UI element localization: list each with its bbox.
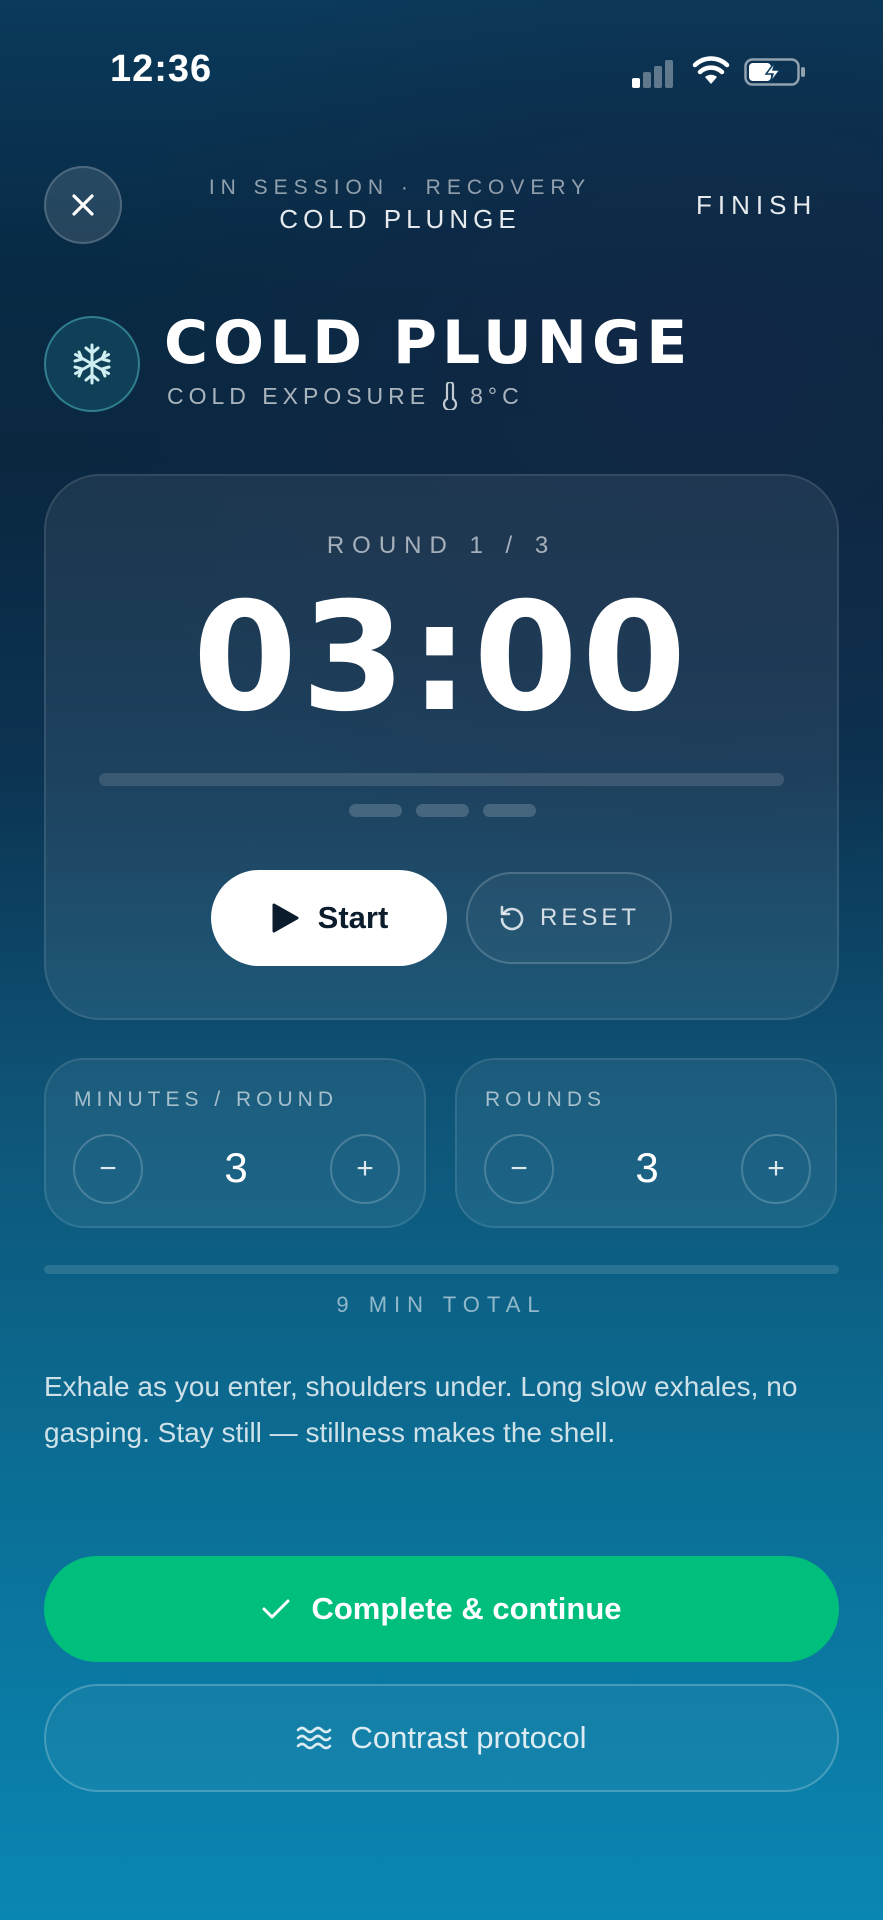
battery-charging-icon xyxy=(744,58,805,86)
minutes-per-round-card: MINUTES / ROUND − 3 + xyxy=(44,1058,426,1228)
round-label: ROUND 1 / 3 xyxy=(326,532,557,559)
round-dot xyxy=(416,804,469,817)
minutes-increment-button[interactable]: + xyxy=(330,1134,400,1204)
status-time: 12:36 xyxy=(110,48,213,90)
start-button[interactable]: Start xyxy=(211,870,447,966)
rounds-decrement-button[interactable]: − xyxy=(484,1134,554,1204)
session-category: COLD EXPOSURE xyxy=(167,382,431,409)
thermometer-icon xyxy=(443,382,458,410)
round-progress-bar xyxy=(99,773,784,786)
total-divider xyxy=(44,1265,839,1274)
rounds-increment-button[interactable]: + xyxy=(741,1134,811,1204)
close-button[interactable] xyxy=(44,166,122,244)
rounds-value: 3 xyxy=(635,1144,659,1191)
cellular-signal-icon xyxy=(632,60,673,88)
rounds-card: ROUNDS − 3 + xyxy=(455,1058,837,1228)
minutes-decrement-button[interactable]: − xyxy=(73,1134,143,1204)
session-title: COLD PLUNGE xyxy=(164,308,693,378)
round-indicator xyxy=(349,804,536,817)
reset-label: RESET xyxy=(539,904,640,931)
minutes-per-round-value: 3 xyxy=(224,1144,248,1191)
timer-display: 03:00 xyxy=(192,571,691,745)
reset-button[interactable]: RESET xyxy=(466,872,672,964)
total-duration-label: 9 MIN TOTAL xyxy=(336,1292,547,1317)
reset-icon xyxy=(500,905,524,931)
rounds-label: ROUNDS xyxy=(485,1088,607,1111)
round-dot xyxy=(349,804,402,817)
header-subtitle: IN SESSION · RECOVERY xyxy=(208,176,592,199)
contrast-protocol-button[interactable]: Contrast protocol xyxy=(44,1684,839,1792)
session-temperature: 8°C xyxy=(470,382,524,409)
complete-continue-label: Complete & continue xyxy=(311,1591,622,1626)
complete-continue-button[interactable]: Complete & continue xyxy=(44,1556,839,1662)
contrast-protocol-label: Contrast protocol xyxy=(350,1720,587,1755)
session-tip: Exhale as you enter, shoulders under. Lo… xyxy=(44,1371,798,1448)
waves-icon xyxy=(297,1726,332,1750)
round-dot xyxy=(483,804,536,817)
play-icon xyxy=(272,903,299,933)
header-title: COLD PLUNGE xyxy=(279,204,521,234)
check-icon xyxy=(262,1599,290,1619)
wifi-icon xyxy=(692,56,730,84)
session-meta: COLD EXPOSURE 8°C xyxy=(167,382,524,410)
finish-button[interactable]: FINISH xyxy=(696,190,817,221)
snowflake-badge xyxy=(44,316,140,412)
minutes-per-round-label: MINUTES / ROUND xyxy=(74,1088,338,1111)
snowflake-icon xyxy=(73,343,111,385)
start-label: Start xyxy=(317,900,389,935)
close-icon xyxy=(72,194,94,216)
